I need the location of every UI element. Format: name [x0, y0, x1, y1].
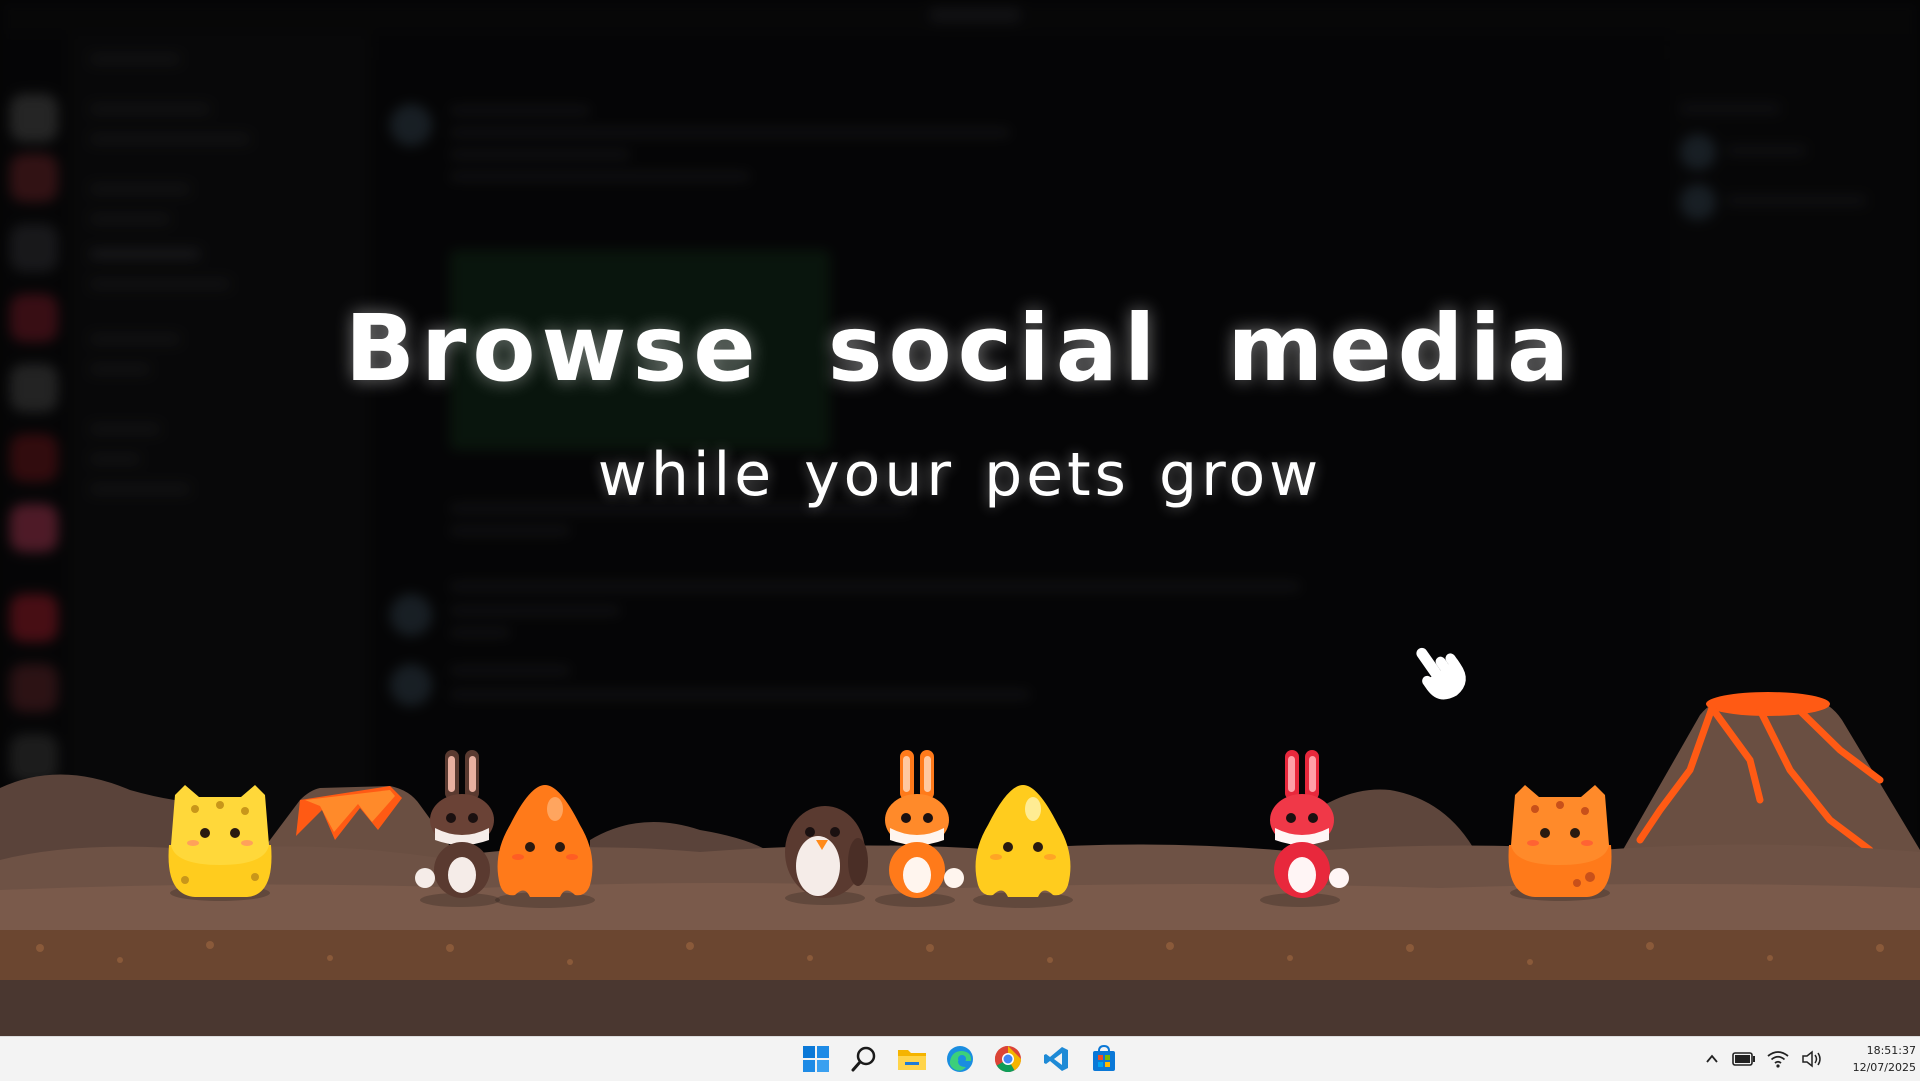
volume-icon[interactable]	[1800, 1047, 1824, 1071]
wifi-icon[interactable]	[1766, 1047, 1790, 1071]
windows-start-icon[interactable]	[800, 1043, 832, 1075]
yellow-cat-pet	[168, 785, 272, 901]
clock[interactable]: 18:51:37 12/07/2025	[1838, 1042, 1916, 1076]
orange-cat-pet	[1508, 785, 1612, 901]
chrome-browser-icon[interactable]	[992, 1043, 1024, 1075]
dirt-band	[0, 930, 1920, 980]
windows-taskbar: 18:51:37 12/07/2025	[0, 1036, 1920, 1081]
clock-time: 18:51:37	[1866, 1044, 1916, 1057]
headline: Browse social media	[344, 295, 1576, 402]
search-icon[interactable]	[848, 1043, 880, 1075]
subline: while your pets grow	[597, 440, 1323, 510]
clock-date: 12/07/2025	[1852, 1061, 1916, 1074]
orange-slime-pet	[495, 785, 595, 908]
vscode-icon[interactable]	[1040, 1043, 1072, 1075]
microsoft-store-icon[interactable]	[1088, 1043, 1120, 1075]
battery-icon[interactable]	[1732, 1047, 1756, 1071]
pet-landscape	[0, 692, 1920, 1036]
yellow-slime-pet	[973, 785, 1073, 908]
edge-browser-icon[interactable]	[944, 1043, 976, 1075]
file-explorer-icon[interactable]	[896, 1043, 928, 1075]
chevron-up-icon[interactable]	[1700, 1047, 1724, 1071]
